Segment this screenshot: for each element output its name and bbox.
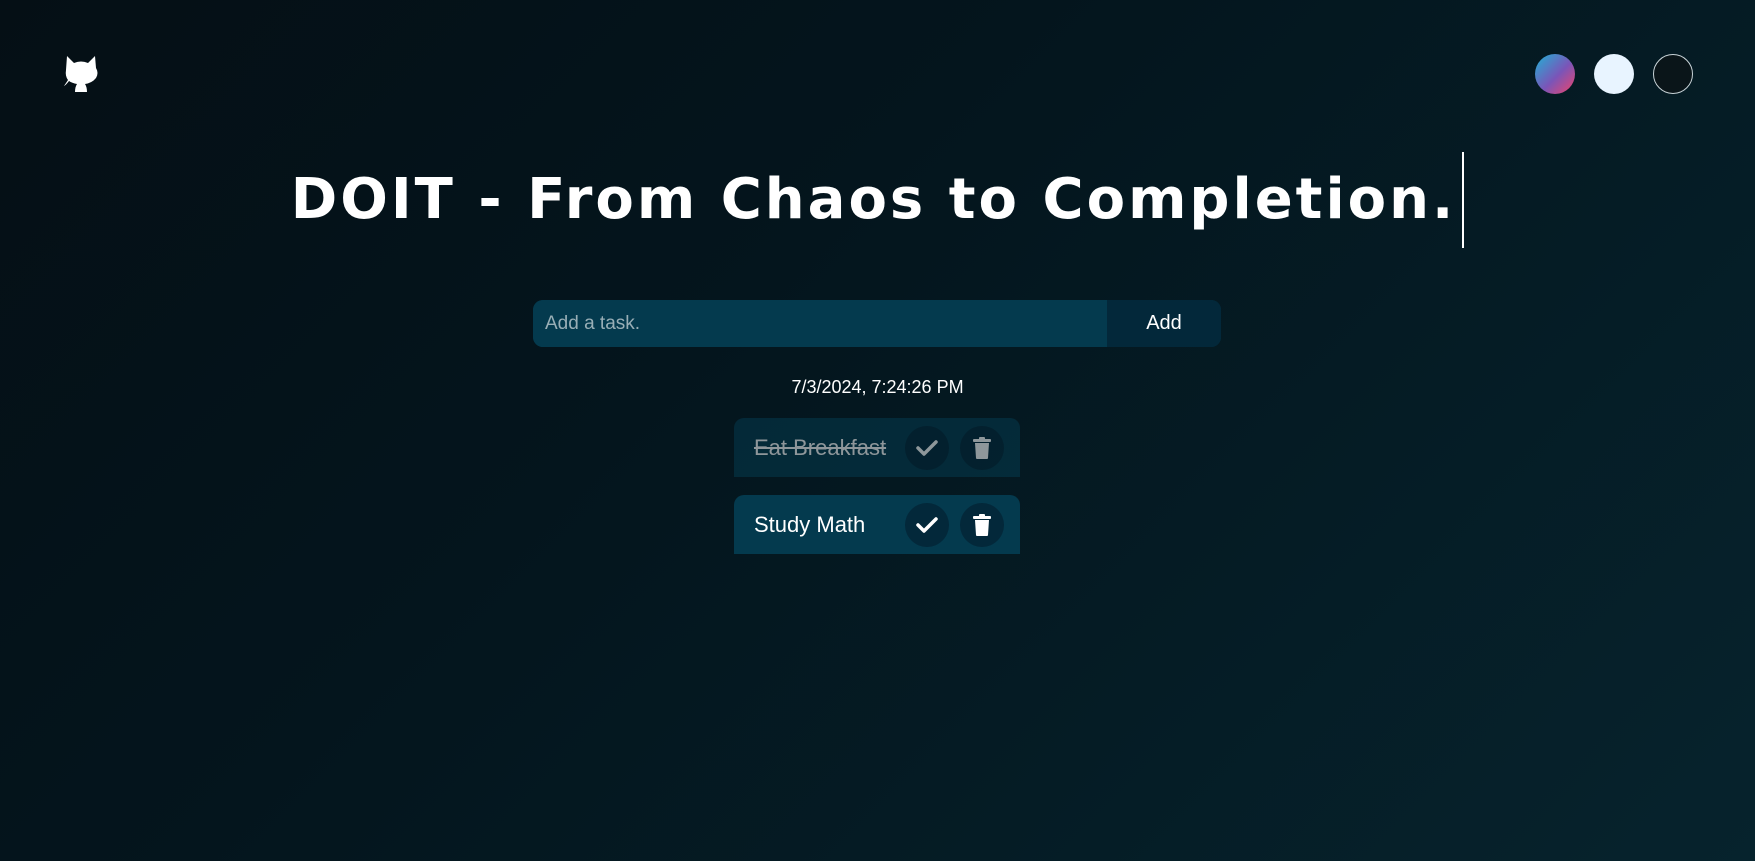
check-icon [916, 439, 938, 457]
datetime-display: 7/3/2024, 7:24:26 PM [791, 377, 964, 397]
todo-item: Eat Breakfast [734, 418, 1020, 477]
todo-text: Eat Breakfast [754, 435, 887, 460]
todo-text: Study Math [754, 512, 866, 537]
title-container: DOIT - From Chaos to Completion. [0, 152, 1755, 248]
page-title: DOIT - From Chaos to Completion. [291, 152, 1465, 248]
add-button[interactable]: Add [1107, 300, 1221, 347]
complete-button[interactable] [905, 503, 949, 547]
github-icon [63, 54, 99, 94]
trash-icon [973, 514, 991, 536]
gradient-theme-button[interactable] [1535, 54, 1575, 94]
complete-button[interactable] [905, 426, 949, 470]
todo-item: Study Math [734, 495, 1020, 554]
trash-icon [973, 437, 991, 459]
github-link[interactable] [63, 54, 99, 94]
task-input[interactable] [533, 300, 1107, 347]
delete-button[interactable] [960, 426, 1004, 470]
check-icon [916, 516, 938, 534]
delete-button[interactable] [960, 503, 1004, 547]
dark-theme-button[interactable] [1653, 54, 1693, 94]
light-theme-button[interactable] [1594, 54, 1634, 94]
add-task-form: Add [533, 300, 1221, 347]
